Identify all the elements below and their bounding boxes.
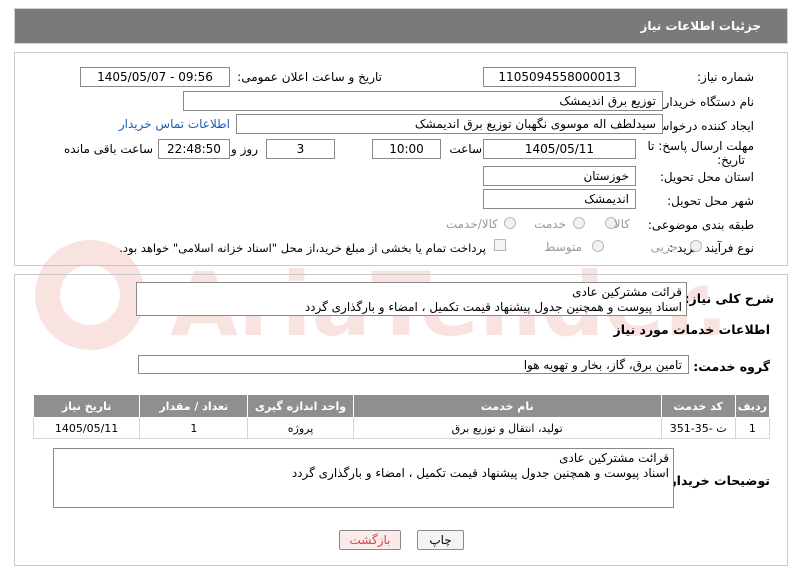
category-option-service: خدمت [534,217,566,231]
creator-field: سیدلطف اله موسوی نگهبان توزیع برق اندیمش… [236,114,663,134]
announce-label: تاریخ و ساعت اعلان عمومی: [237,70,382,84]
purchase-type-label: نوع فرآیند خرید : [669,241,754,255]
table-row: 1 ت -35-351 تولید، انتقال و توزیع برق پر… [32,417,771,439]
cell-unit: پروژه [247,417,354,439]
remaining-label: ساعت باقی مانده [63,142,153,156]
buyer-org-label: نام دستگاه خریدار: [659,95,755,109]
need-number-label: شماره نیاز: [697,70,754,84]
purchase-type-radio-minor[interactable] [690,240,702,252]
back-button[interactable]: بازگشت [339,530,401,550]
buyer-org-field: توزیع برق اندیمشک [183,91,663,111]
service-group-label: گروه خدمت: [693,359,770,374]
province-label: استان محل تحویل: [659,170,754,184]
page-header: جزئیات اطلاعات نیاز [14,8,788,44]
deadline-date-field: 1405/05/11 [483,139,636,159]
services-section-title: اطلاعات خدمات مورد نیاز [613,322,771,337]
buyer-contact-link[interactable]: اطلاعات تماس خریدار [119,117,230,131]
col-service-name: نام خدمت [352,394,662,418]
buyer-notes-line-2: اسناد پیوست و همچنین جدول پیشنهاد قیمت ت… [291,466,669,480]
purchase-type-option-minor: جزیی [650,240,678,254]
col-quantity: تعداد / مقدار [139,394,249,418]
purchase-type-radio-medium[interactable] [592,240,604,252]
deadline-label: مهلت ارسال پاسخ: تا [647,139,754,153]
treasury-payment-checkbox[interactable] [494,239,506,251]
description-line-2: اسناد پیوست و همچنین جدول پیشنهاد قیمت ت… [304,300,682,314]
category-option-goods: کالا [613,217,630,231]
days-field: 3 [266,139,335,159]
purchase-type-option-medium: متوسط [544,240,582,254]
cell-service-code: ت -35-351 [660,417,736,439]
col-row: ردیف [734,394,771,418]
buyer-notes-label: توضیحات خریدار: [664,473,770,488]
service-group-field: تامین برق، گاز، بخار و تهویه هوا [138,355,689,374]
announce-field: 1405/05/07 - 09:56 [80,67,230,87]
deadline-time-field: 10:00 [372,139,441,159]
remaining-time-field: 22:48:50 [158,139,230,159]
print-button[interactable]: چاپ [417,530,464,550]
days-label: روز و [231,142,258,156]
treasury-payment-note: پرداخت تمام یا بخشی از مبلغ خرید،از محل … [119,241,486,255]
cell-need-date: 1405/05/11 [32,417,141,439]
page-title: جزئیات اطلاعات نیاز [640,19,761,33]
cell-quantity: 1 [139,417,249,439]
category-radio-goods-service[interactable] [504,217,516,229]
col-unit: واحد اندازه گیری [247,394,354,418]
deadline-time-label: ساعت [449,142,482,156]
cell-row: 1 [734,417,771,439]
services-table: ردیف کد خدمت نام خدمت واحد اندازه گیری ت… [32,394,771,439]
city-label: شهر محل تحویل: [667,194,754,208]
buyer-notes-line-1: قرائت مشترکین عادی [559,451,669,465]
deadline-label-date: تاریخ: [717,153,745,167]
category-radio-service[interactable] [573,217,585,229]
category-label: طبقه بندی موضوعی: [647,218,754,232]
description-line-1: قرائت مشترکین عادی [572,285,682,299]
col-service-code: کد خدمت [660,394,736,418]
description-label: شرح کلی نیاز: [684,291,774,306]
table-header-row: ردیف کد خدمت نام خدمت واحد اندازه گیری ت… [32,394,771,418]
city-field: اندیمشک [483,189,636,209]
buyer-notes-textarea: قرائت مشترکین عادی اسناد پیوست و همچنین … [53,448,674,508]
cell-service-name: تولید، انتقال و توزیع برق [352,417,662,439]
province-field: خوزستان [483,166,636,186]
category-option-goods-service: کالا/خدمت [445,217,498,231]
description-textarea: قرائت مشترکین عادی اسناد پیوست و همچنین … [136,282,687,316]
col-need-date: تاریخ نیاز [32,394,141,418]
need-number-field: 1105094558000013 [483,67,636,87]
